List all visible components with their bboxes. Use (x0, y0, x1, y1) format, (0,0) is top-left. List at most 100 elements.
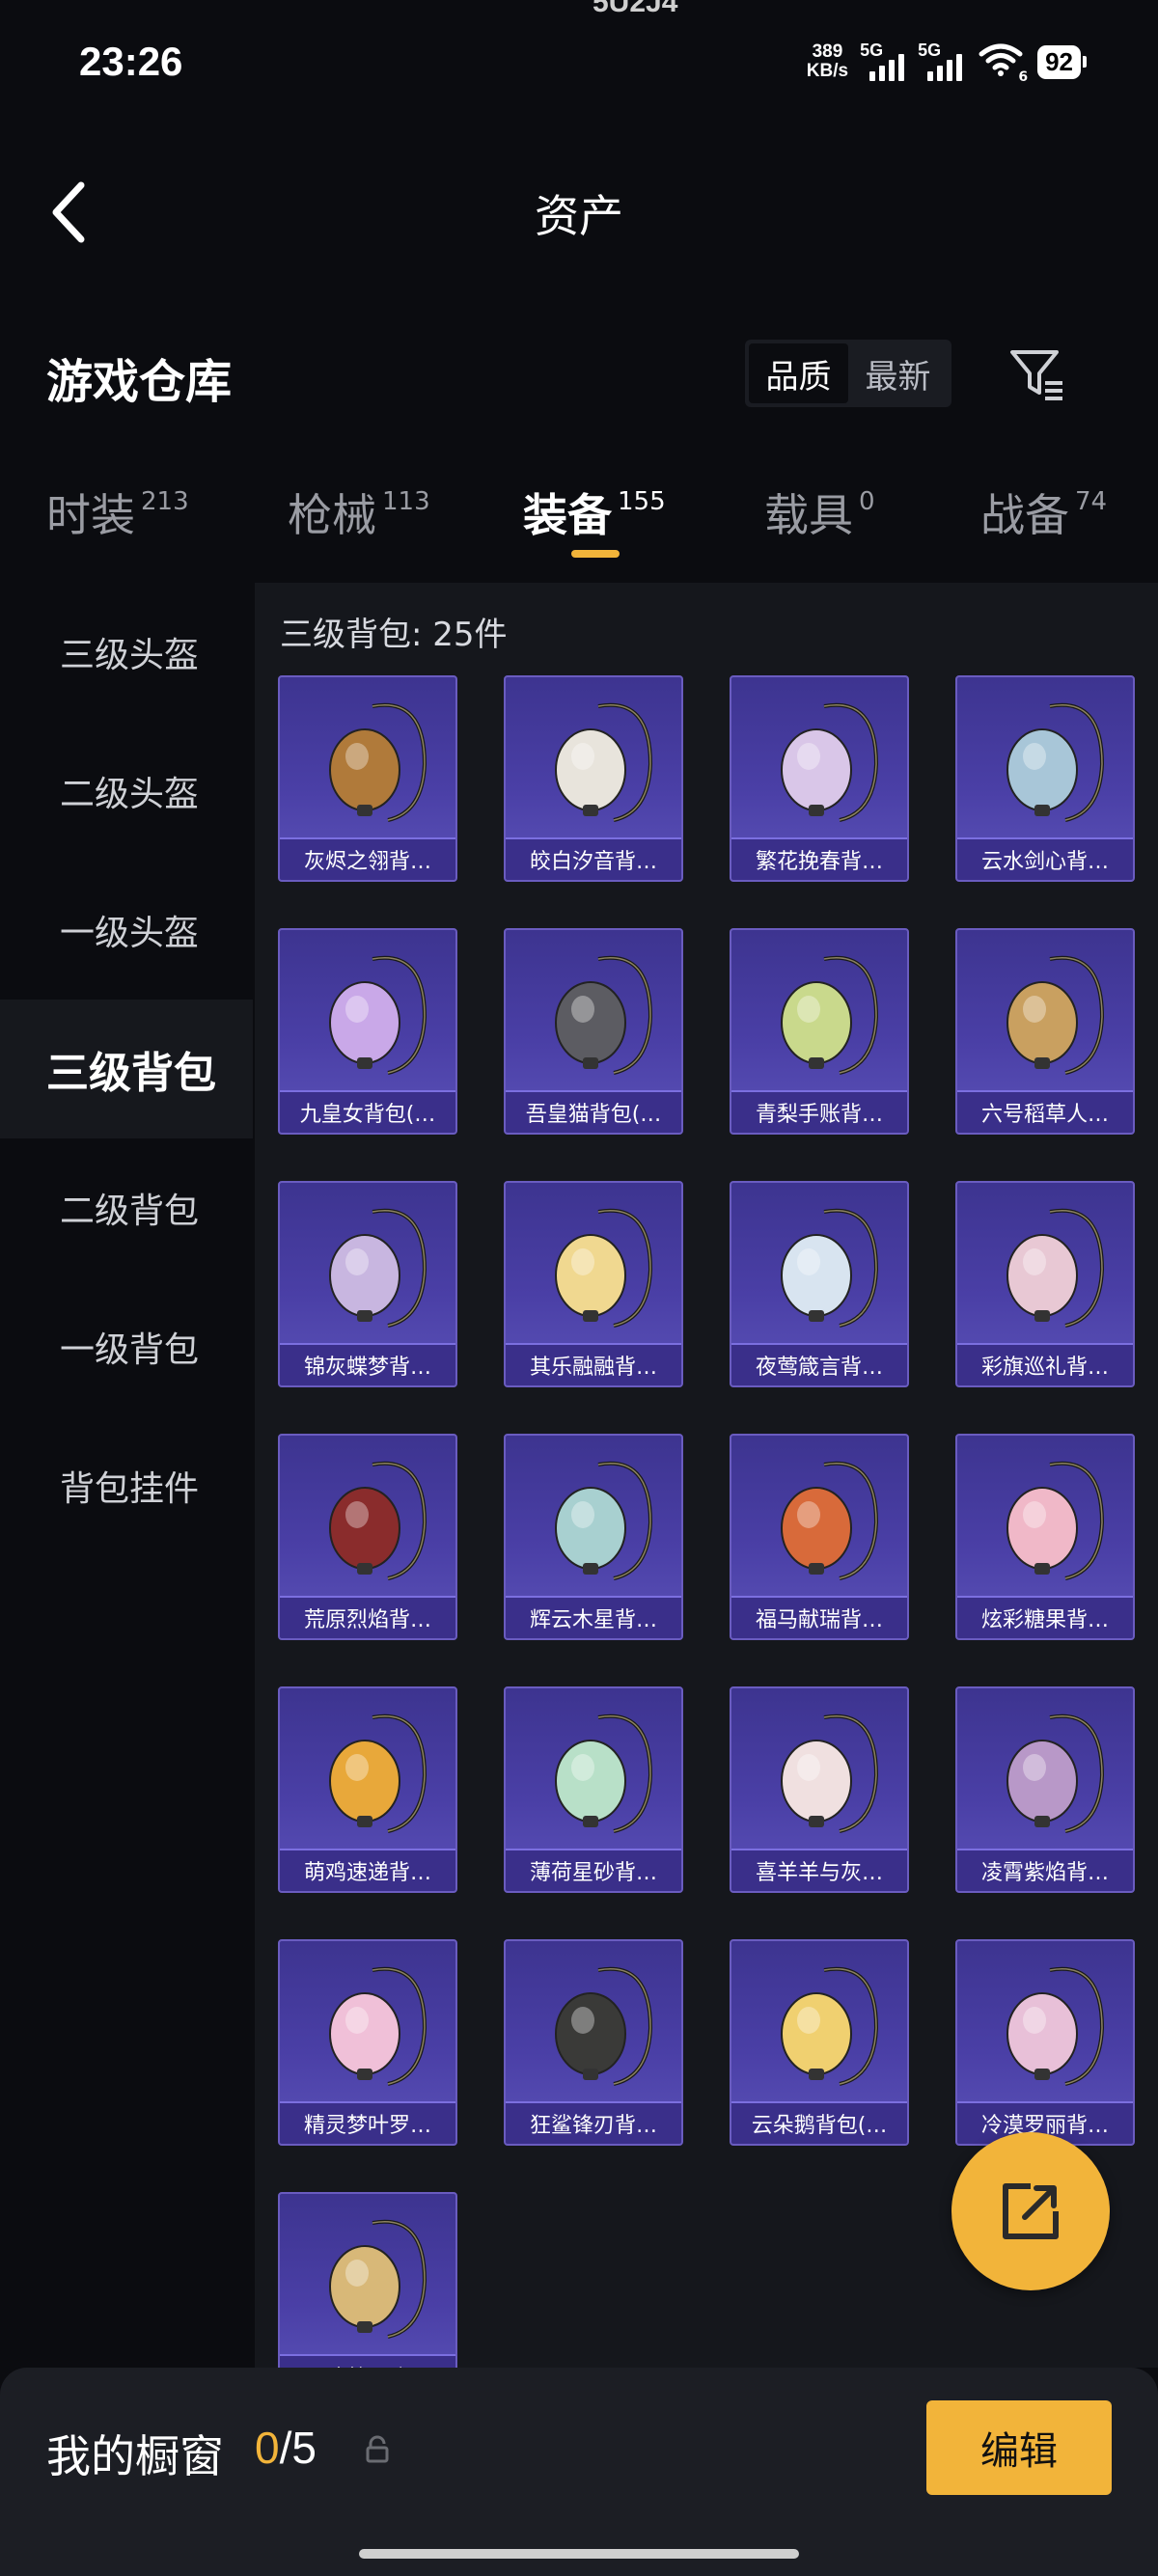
item-name: 夜莺箴言背… (731, 1343, 907, 1385)
sidebar-item-helmet-1[interactable]: 一级头盔 (0, 861, 253, 1000)
sidebar-item-backpack-charm[interactable]: 背包挂件 (0, 1416, 253, 1555)
signal-sim2-icon: 5G (918, 41, 964, 81)
item-card[interactable]: 彩旗巡礼背… (955, 1181, 1135, 1387)
sidebar-item-backpack-3[interactable]: 三级背包 (0, 1000, 253, 1138)
backpack-icon (1006, 1966, 1105, 2086)
sidebar-item-label: 二级头盔 (60, 775, 200, 814)
tab-count: 74 (1075, 487, 1108, 516)
item-card[interactable]: 星瞳战野迎… (278, 2192, 457, 2368)
backpack-icon (781, 702, 879, 822)
edit-button[interactable]: 编辑 (926, 2400, 1112, 2495)
net-speed-unit: KB/s (806, 61, 849, 81)
section-title: 游戏仓库 (46, 355, 233, 409)
item-card[interactable]: 灰烬之翎背… (278, 675, 457, 882)
item-name: 凌霄紫焰背… (957, 1849, 1133, 1891)
status-time: 23:26 (79, 39, 183, 84)
tab-vehicles[interactable]: 载具 0 (764, 480, 875, 544)
item-card[interactable]: 荒原烈焰背… (278, 1434, 457, 1640)
signal-sim1-icon: 5G (860, 41, 906, 81)
sidebar-item-helmet-3[interactable]: 三级头盔 (0, 583, 253, 722)
sidebar-item-label: 一级背包 (60, 1330, 200, 1370)
backpack-icon (329, 2219, 427, 2339)
item-name: 其乐融融背… (506, 1343, 681, 1385)
backpack-icon (781, 955, 879, 1075)
status-bar: 5U2J4 23:26 389 KB/s 5G 5G 6 92 (0, 0, 1158, 135)
tab-count: 0 (859, 487, 875, 516)
tab-count: 113 (382, 487, 430, 516)
category-tabs: 时装 213 枪械 113 装备 155 载具 0 战备 74 (0, 463, 1158, 569)
backpack-icon (329, 1461, 427, 1580)
tab-fashion[interactable]: 时装 213 (46, 480, 189, 544)
item-card[interactable]: 云水剑心背… (955, 675, 1135, 882)
item-name: 狂鲨锋刃背… (506, 2101, 681, 2144)
item-name: 辉云木星背… (506, 1596, 681, 1638)
page-title: 资产 (535, 190, 623, 242)
sim1-label: 5G (860, 41, 884, 60)
tab-label: 枪械 (288, 489, 376, 541)
item-name: 星瞳战野迎… (280, 2354, 455, 2368)
item-card[interactable]: 喜羊羊与灰… (730, 1686, 909, 1893)
sidebar-item-backpack-2[interactable]: 二级背包 (0, 1138, 253, 1277)
tab-weapons[interactable]: 枪械 113 (288, 480, 430, 544)
item-card[interactable]: 九皇女背包(… (278, 928, 457, 1135)
item-card[interactable]: 冷漠罗丽背… (955, 1939, 1135, 2146)
item-card[interactable]: 六号稻草人… (955, 928, 1135, 1135)
item-name: 薄荷星砂背… (506, 1849, 681, 1891)
tab-label: 战备 (980, 489, 1069, 541)
item-panel: 三级背包: 25件 灰烬之翎背… 皎白汐音背… 繁花挽春背… 云水剑心背… 九皇女背包(… (255, 583, 1158, 2368)
backpack-icon (329, 1208, 427, 1328)
item-name: 繁花挽春背… (731, 837, 907, 880)
backpack-icon (555, 1966, 653, 2086)
backpack-icon (781, 1713, 879, 1833)
sidebar-item-label: 三级背包 (46, 1049, 216, 1098)
item-card[interactable]: 皎白汐音背… (504, 675, 683, 882)
item-name: 炫彩糖果背… (957, 1596, 1133, 1638)
backpack-icon (555, 1461, 653, 1580)
item-card[interactable]: 炫彩糖果背… (955, 1434, 1135, 1640)
showcase-label: 我的橱窗 (46, 2430, 224, 2482)
backpack-icon (1006, 1461, 1105, 1580)
sort-newest-button[interactable]: 最新 (848, 343, 948, 403)
share-button[interactable] (951, 2132, 1110, 2290)
backpack-icon (329, 1713, 427, 1833)
backpack-icon (555, 1208, 653, 1328)
item-card[interactable]: 精灵梦叶罗… (278, 1939, 457, 2146)
sidebar-item-backpack-1[interactable]: 一级背包 (0, 1277, 253, 1416)
item-name: 喜羊羊与灰… (731, 1849, 907, 1891)
home-indicator (359, 2549, 799, 2559)
filter-button[interactable] (1004, 342, 1071, 409)
sidebar-item-label: 三级头盔 (60, 636, 200, 675)
item-card[interactable]: 吾皇猫背包(… (504, 928, 683, 1135)
backpack-icon (329, 955, 427, 1075)
sidebar-item-helmet-2[interactable]: 二级头盔 (0, 722, 253, 861)
item-card[interactable]: 锦灰蝶梦背… (278, 1181, 457, 1387)
item-name: 皎白汐音背… (506, 837, 681, 880)
item-card[interactable]: 青梨手账背… (730, 928, 909, 1135)
status-indicators: 389 KB/s 5G 5G 6 92 (806, 41, 1087, 85)
item-card[interactable]: 萌鸡速递背… (278, 1686, 457, 1893)
item-card[interactable]: 云朵鹅背包(… (730, 1939, 909, 2146)
item-card[interactable]: 福马献瑞背… (730, 1434, 909, 1640)
backpack-icon (1006, 955, 1105, 1075)
backpack-icon (781, 1208, 879, 1328)
item-card[interactable]: 繁花挽春背… (730, 675, 909, 882)
item-card[interactable]: 夜莺箴言背… (730, 1181, 909, 1387)
item-name: 吾皇猫背包(… (506, 1090, 681, 1133)
item-card[interactable]: 辉云木星背… (504, 1434, 683, 1640)
battery-icon: 92 (1037, 44, 1087, 79)
share-icon (1003, 2183, 1059, 2239)
item-card[interactable]: 凌霄紫焰背… (955, 1686, 1135, 1893)
backpack-icon (781, 1966, 879, 2086)
tab-supplies[interactable]: 战备 74 (980, 480, 1107, 544)
sort-quality-button[interactable]: 品质 (749, 343, 848, 403)
backpack-icon (1006, 702, 1105, 822)
tab-count: 213 (141, 487, 189, 516)
item-card[interactable]: 薄荷星砂背… (504, 1686, 683, 1893)
item-name: 六号稻草人… (957, 1090, 1133, 1133)
tab-label: 装备 (523, 489, 612, 541)
tab-equipment[interactable]: 装备 155 (523, 480, 666, 544)
item-card[interactable]: 其乐融融背… (504, 1181, 683, 1387)
backpack-icon (781, 1461, 879, 1580)
item-card[interactable]: 狂鲨锋刃背… (504, 1939, 683, 2146)
backpack-icon (555, 1713, 653, 1833)
